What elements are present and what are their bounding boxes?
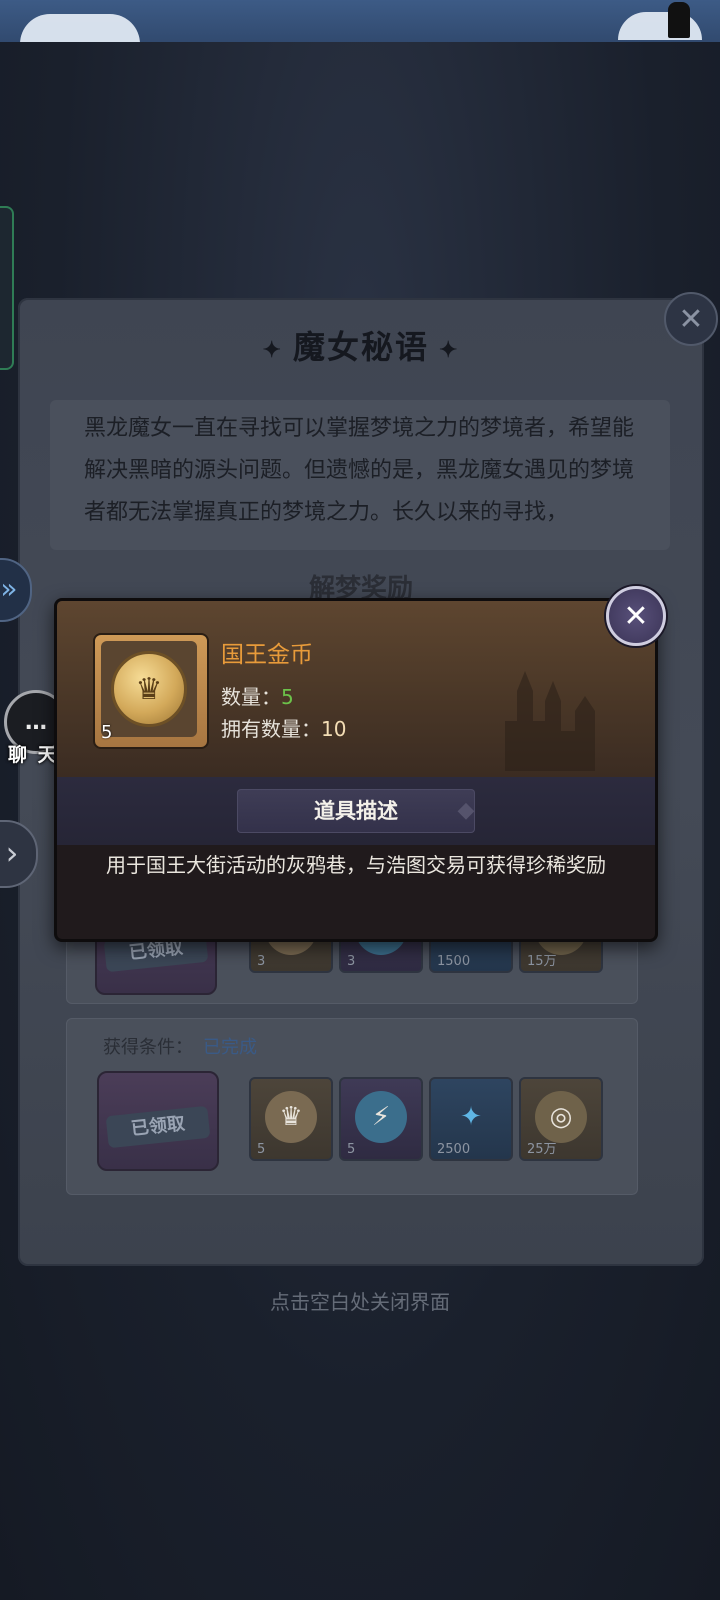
panel-title: ✦ 魔女秘语 ✦	[262, 328, 460, 366]
story-text: 黑龙魔女一直在寻找可以掌握梦境之力的梦境者，希望能解决黑暗的源头问题。但遗憾的是…	[50, 400, 670, 550]
condition-label: 获得条件：	[103, 1037, 193, 1058]
reward-item[interactable]: ✦ 2500	[429, 1077, 513, 1161]
owned-value: 10	[321, 717, 347, 741]
chat-bubble-icon: …	[25, 709, 47, 735]
item-description: 用于国王大街活动的灰鸦巷，与浩图交易可获得珍稀奖励	[106, 853, 606, 877]
gold-coin-icon: ◎	[535, 1091, 587, 1143]
quantity-value: 5	[281, 685, 294, 709]
reward-item[interactable]: ♛ 5	[249, 1077, 333, 1161]
condition-value: 已完成	[203, 1037, 257, 1058]
item-badge-qty: 5	[101, 722, 113, 743]
description-title: 道具描述	[237, 789, 475, 833]
sparkle-icon: ✦	[439, 336, 460, 363]
cloud-decoration	[20, 14, 140, 44]
crystal-icon: ✦	[460, 1102, 482, 1132]
reward-item[interactable]: ◎ 25万	[519, 1077, 603, 1161]
close-hint: 点击空白处关闭界面	[270, 1290, 450, 1314]
chevron-right-icon: ›	[5, 834, 19, 872]
side-tab[interactable]	[0, 206, 14, 370]
sparkle-icon: ✦	[262, 336, 283, 363]
castle-silhouette-icon	[505, 671, 595, 771]
quantity-row: 数量：5	[221, 681, 294, 710]
double-chevron-icon: »	[0, 572, 18, 605]
chat-label: 聊 天	[8, 744, 59, 766]
ornament-right-icon: ◆	[457, 798, 475, 823]
reward-item[interactable]: ⚡ 5	[339, 1077, 423, 1161]
chest-claimed-label: 已领取	[105, 1105, 211, 1149]
energy-icon: ⚡	[355, 1091, 407, 1143]
item-detail-popup: ♛ 5 国王金币 数量：5 拥有数量：10 ◆ 道具描述 ◆ 用于国王大街活动的…	[54, 598, 658, 942]
popup-close-button[interactable]: ✕	[606, 586, 666, 646]
owned-label: 拥有数量：	[221, 717, 321, 741]
cat-silhouette-icon	[668, 2, 690, 38]
quantity-label: 数量：	[221, 685, 281, 709]
chest-icon[interactable]: 已领取	[97, 1071, 219, 1171]
close-icon: ✕	[623, 598, 649, 634]
king-coin-icon: ♛	[265, 1091, 317, 1143]
king-coin-icon: ♛	[111, 651, 187, 727]
owned-row: 拥有数量：10	[221, 713, 346, 742]
item-icon-frame: ♛ 5	[93, 633, 209, 749]
reward-row: 获得条件： 已完成 已领取 ♛ 5 ⚡ 5 ✦ 2500 ◎ 25万	[66, 1018, 638, 1195]
item-name: 国王金币	[221, 642, 313, 668]
top-scenery	[0, 0, 720, 44]
popup-header: ♛ 5 国王金币 数量：5 拥有数量：10	[57, 601, 655, 777]
